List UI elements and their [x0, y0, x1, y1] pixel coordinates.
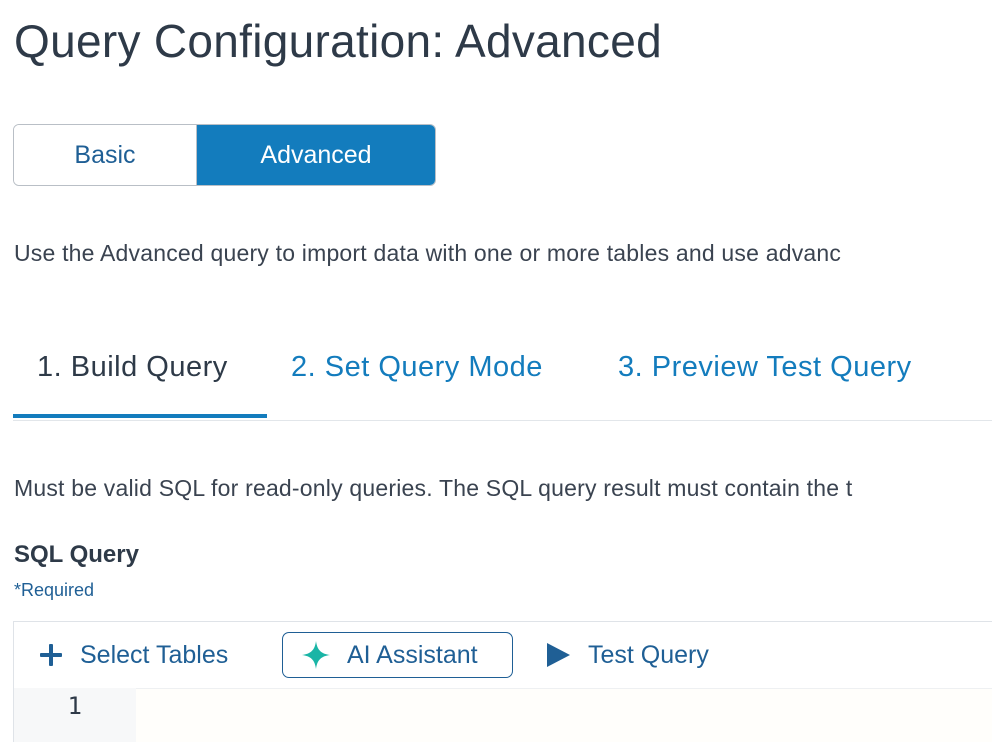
required-note: *Required — [14, 580, 95, 600]
ai-assistant-label: AI Assistant — [347, 640, 478, 669]
sql-editor: Select Tables AI Assistant Test Query 1 — [13, 621, 992, 742]
tab-set-query-mode[interactable]: 2. Set Query Mode — [291, 345, 543, 418]
page-title: Query Configuration: Advanced — [14, 15, 662, 67]
tab-preview-test-query[interactable]: 3. Preview Test Query — [618, 345, 912, 418]
basic-mode-button[interactable]: Basic — [14, 125, 197, 185]
query-mode-toggle: Basic Advanced — [13, 124, 436, 186]
line-number-gutter: 1 — [14, 688, 136, 742]
test-query-label: Test Query — [588, 640, 709, 669]
sql-instructions: Must be valid SQL for read-only queries.… — [14, 475, 853, 501]
ai-assistant-button[interactable]: AI Assistant — [282, 632, 513, 678]
test-query-button[interactable]: Test Query — [544, 632, 709, 678]
query-steps-tabs: 1. Build Query 2. Set Query Mode 3. Prev… — [13, 345, 992, 421]
select-tables-button[interactable]: Select Tables — [38, 632, 228, 678]
select-tables-label: Select Tables — [80, 640, 229, 669]
sql-query-label: SQL Query — [14, 541, 139, 568]
advanced-query-description: Use the Advanced query to import data wi… — [14, 240, 842, 266]
play-icon — [544, 641, 572, 669]
editor-toolbar: Select Tables AI Assistant Test Query — [14, 622, 992, 689]
advanced-mode-button[interactable]: Advanced — [197, 125, 435, 185]
line-number: 1 — [67, 692, 82, 720]
tab-build-query[interactable]: 1. Build Query — [13, 345, 267, 418]
plus-icon — [38, 642, 64, 668]
query-configuration-page: Query Configuration: Advanced Basic Adva… — [0, 0, 992, 742]
sparkle-icon — [301, 640, 331, 670]
